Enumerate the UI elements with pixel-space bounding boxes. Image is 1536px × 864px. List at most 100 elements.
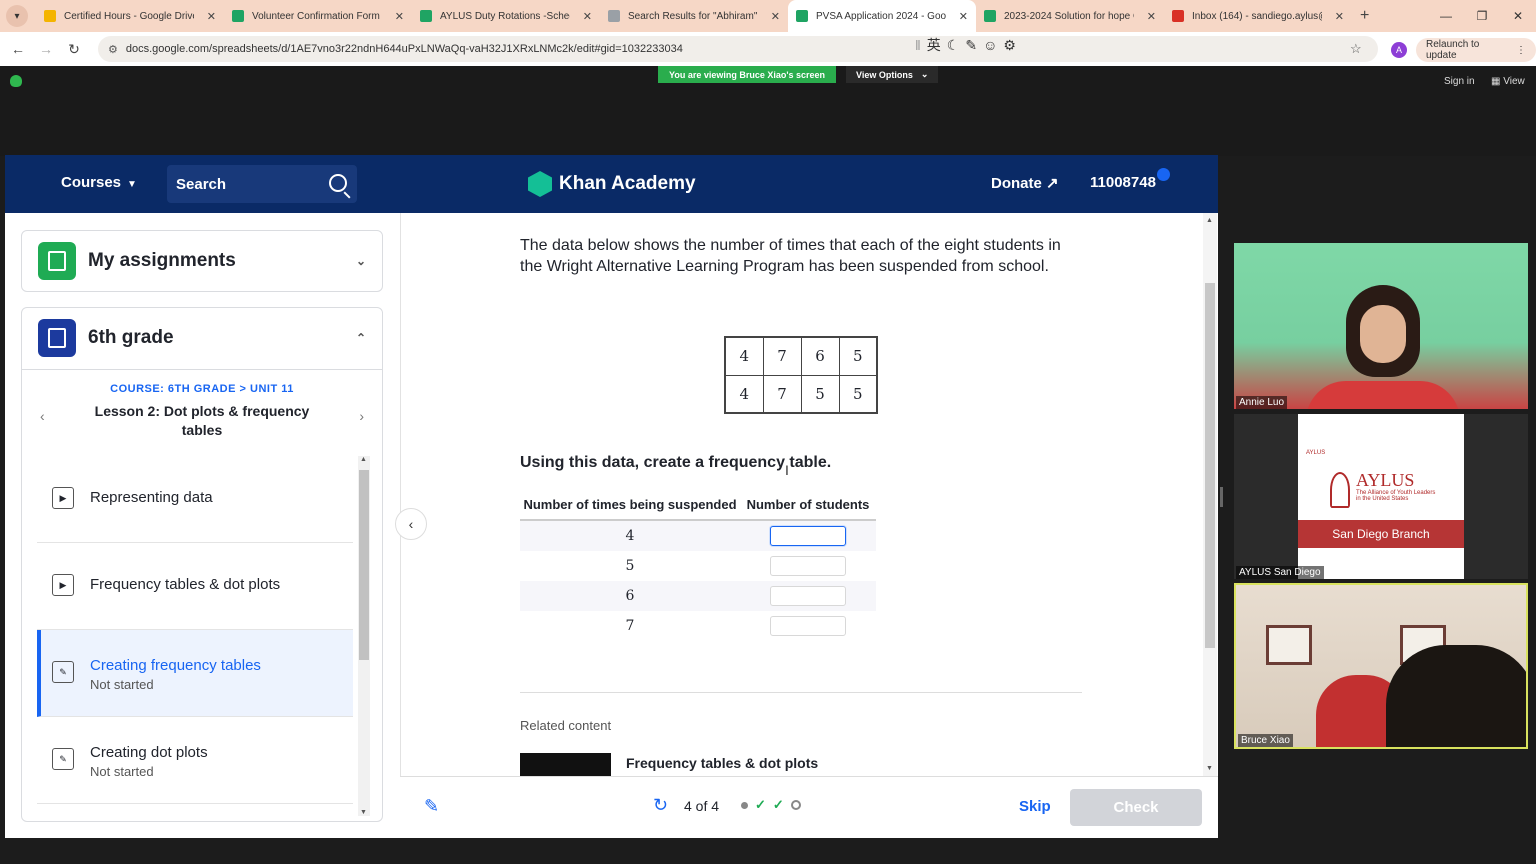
lesson-item[interactable]: ✎Reading dot plots & frequency ta... <box>37 804 353 816</box>
student-count-input[interactable] <box>770 586 846 606</box>
pen-icon[interactable]: ✎ <box>965 37 977 54</box>
donate-label: Donate <box>991 175 1042 192</box>
settings-icon[interactable]: ⚙ <box>1003 37 1016 54</box>
lesson-item[interactable]: ▶ Frequency tables & dot plots <box>37 543 353 630</box>
forward-icon[interactable]: → <box>32 41 60 57</box>
torch-icon <box>1330 472 1350 508</box>
reload-icon[interactable]: ↻ <box>60 41 88 58</box>
relaunch-button[interactable]: Relaunch to update ⋮ <box>1416 38 1536 62</box>
data-cell: 5 <box>838 336 878 376</box>
browser-tab[interactable]: AYLUS Duty Rotations -Schedul ✕ <box>412 0 600 32</box>
participant-video-active-speaker[interactable]: Bruce Xiao <box>1234 583 1528 749</box>
grade-header[interactable]: 6th grade ⌃ <box>22 308 382 368</box>
donate-link[interactable]: Donate ↗ <box>991 174 1059 192</box>
bookmark-star-icon[interactable]: ☆ <box>1350 41 1362 57</box>
close-tab-icon[interactable]: ✕ <box>959 10 968 23</box>
browser-tab[interactable]: 2023-2024 Solution for hope C ✕ <box>976 0 1164 32</box>
browser-tab[interactable]: PVSA Application 2024 - Goog ✕ <box>788 0 976 32</box>
related-content-link[interactable]: Frequency tables & dot plots <box>626 755 818 771</box>
site-info-icon[interactable]: ⚙ <box>108 43 118 56</box>
current-dot <box>741 801 748 809</box>
more-menu-icon[interactable]: ⋮ <box>1516 45 1526 56</box>
browser-tab[interactable]: Inbox (164) - sandiego.aylus@g ✕ <box>1164 0 1352 32</box>
tab-favicon-icon <box>796 10 808 22</box>
refresh-icon[interactable]: ↻ <box>653 795 668 816</box>
tab-title: 2023-2024 Solution for hope C <box>1004 10 1134 22</box>
lesson-item[interactable]: ▶ Representing data <box>37 456 353 543</box>
breadcrumb[interactable]: COURSE: 6TH GRADE > UNIT 11 <box>22 383 382 395</box>
aylus-logo-card: AYLUS AYLUS The Alliance of Youth Leader… <box>1298 414 1464 579</box>
search-icon[interactable] <box>329 174 347 192</box>
scroll-thumb[interactable] <box>1205 283 1215 648</box>
previous-lesson-icon[interactable]: ‹ <box>40 408 45 424</box>
data-cell: 4 <box>724 374 764 414</box>
lesson-item[interactable]: ✎ Creating frequency tables Not started <box>37 630 353 717</box>
close-tab-icon[interactable]: ✕ <box>207 10 216 23</box>
khan-academy-logo[interactable]: Khan Academy <box>528 171 696 197</box>
participant-video[interactable]: AYLUS AYLUS The Alliance of Youth Leader… <box>1234 414 1528 579</box>
main-scrollbar[interactable]: ▲ ▼ <box>1203 213 1217 776</box>
view-options-button[interactable]: View Options ⌄ <box>846 66 939 83</box>
lesson-item-label: Frequency tables & dot plots <box>90 576 281 593</box>
gallery-resize-handle[interactable] <box>1220 487 1223 507</box>
scroll-thumb[interactable] <box>359 470 369 660</box>
text-cursor-icon: I <box>785 462 789 478</box>
skip-button[interactable]: Skip <box>1019 798 1051 815</box>
restore-icon[interactable]: ❐ <box>1464 0 1500 32</box>
close-tab-icon[interactable]: ✕ <box>395 10 404 23</box>
tab-search-icon[interactable]: ▾ <box>6 5 28 27</box>
frequency-table-header: Number of times being suspended Number o… <box>520 497 876 521</box>
url-field[interactable]: ⚙ docs.google.com/spreadsheets/d/1AE7vno… <box>98 36 1378 62</box>
courses-label: Courses <box>61 174 122 191</box>
close-window-icon[interactable]: ✕ <box>1500 0 1536 32</box>
frequency-row: 6 <box>520 581 876 611</box>
data-cell: 4 <box>724 336 764 376</box>
check-button[interactable]: Check <box>1070 789 1202 826</box>
question-text: The data below shows the number of times… <box>520 237 1061 275</box>
new-tab-icon[interactable]: + <box>1360 7 1369 25</box>
student-count-input[interactable] <box>770 556 846 576</box>
close-tab-icon[interactable]: ✕ <box>1147 10 1156 23</box>
grid-icon: ▦ <box>1491 76 1504 87</box>
close-tab-icon[interactable]: ✕ <box>771 10 780 23</box>
data-cell: 7 <box>762 374 802 414</box>
sign-in-link[interactable]: Sign in <box>1444 76 1475 87</box>
video-play-icon: ▶ <box>52 574 74 596</box>
student-count-input[interactable] <box>770 526 846 546</box>
collapse-sidebar-button[interactable]: ‹ <box>395 508 427 540</box>
student-count-input[interactable] <box>770 616 846 636</box>
chevron-down-icon[interactable]: ⌄ <box>356 254 366 268</box>
lesson-item-label: Creating frequency tables <box>90 657 261 674</box>
participant-video[interactable]: Annie Luo <box>1234 243 1528 409</box>
grade-card: 6th grade ⌃ ‹ COURSE: 6TH GRADE > UNIT 1… <box>21 307 383 822</box>
courses-menu[interactable]: Courses ▼ <box>61 174 137 191</box>
browser-tab[interactable]: Certified Hours - Google Drive ✕ <box>36 0 224 32</box>
scroll-up-icon[interactable]: ▲ <box>360 456 367 463</box>
close-tab-icon[interactable]: ✕ <box>583 10 592 23</box>
profile-avatar[interactable]: A <box>1391 42 1407 58</box>
related-video-thumbnail[interactable] <box>520 753 611 777</box>
close-tab-icon[interactable]: ✕ <box>1335 10 1344 23</box>
browser-tab[interactable]: Volunteer Confirmation Form - ✕ <box>224 0 412 32</box>
view-button[interactable]: ▦ View <box>1491 76 1525 87</box>
suspension-count: 5 <box>625 558 635 574</box>
chevron-up-icon[interactable]: ⌃ <box>356 331 366 345</box>
search-box[interactable]: Search <box>167 165 357 203</box>
user-menu[interactable]: 11008748 <box>1090 174 1156 191</box>
scroll-up-icon[interactable]: ▲ <box>1206 217 1213 224</box>
lesson-item[interactable]: ✎ Creating dot plots Not started <box>37 717 353 804</box>
minimize-icon[interactable]: — <box>1428 0 1464 32</box>
dark-mode-icon[interactable]: ☾ <box>947 37 960 54</box>
translate-icon[interactable]: 英 <box>927 35 941 55</box>
back-icon[interactable]: ← <box>4 41 32 57</box>
scratchpad-icon[interactable]: ✎ <box>424 796 439 817</box>
divider-icon: ‖ <box>915 37 921 53</box>
assignments-card[interactable]: My assignments ⌄ <box>21 230 383 292</box>
scroll-down-icon[interactable]: ▼ <box>1206 765 1213 772</box>
sidebar-scrollbar[interactable]: ▲ ▼ <box>358 456 370 816</box>
emoji-icon[interactable]: ☺ <box>983 37 997 53</box>
suspension-count: 7 <box>625 618 635 634</box>
next-lesson-icon[interactable]: › <box>359 408 364 424</box>
browser-tab[interactable]: Search Results for "Abhiram" - ✕ <box>600 0 788 32</box>
scroll-down-icon[interactable]: ▼ <box>360 809 367 816</box>
